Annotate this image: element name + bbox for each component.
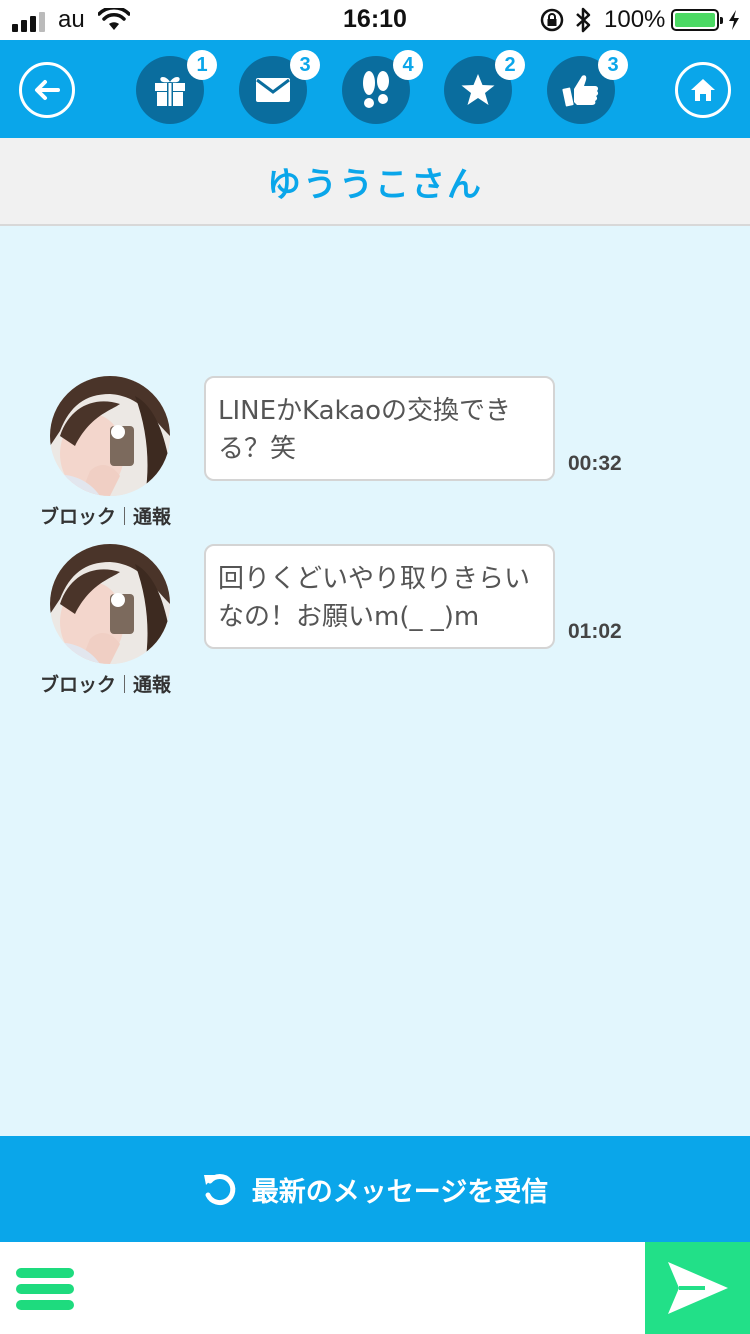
- battery-percent: 100%: [604, 6, 666, 33]
- message-bubble: 回りくどいやり取りきらいなの！お願いm(_ _)m: [204, 544, 555, 649]
- message-item: ブロック 通報 回りくどいやり取りきらいなの！お願いm(_ _)m 01:02: [0, 544, 750, 697]
- partner-name: ゆううこさん: [267, 164, 483, 205]
- battery-icon: [671, 9, 723, 31]
- favorites-button[interactable]: 2: [444, 50, 525, 124]
- message-bubble: LINEかKakaoの交換できる？笑: [204, 376, 555, 481]
- message-time: 01:02: [568, 620, 622, 643]
- favorites-badge: 2: [495, 50, 525, 80]
- home-button[interactable]: [675, 62, 731, 118]
- gift-button[interactable]: 1: [136, 50, 217, 124]
- thumbs-up-icon: [562, 75, 599, 107]
- message-time: 00:32: [568, 452, 622, 475]
- top-nav: 1 3 4 2 3: [0, 40, 750, 138]
- message-actions: ブロック 通報: [40, 670, 171, 697]
- composer-bar: [0, 1242, 750, 1334]
- receive-latest-button[interactable]: 最新のメッセージを受信: [0, 1136, 750, 1242]
- menu-icon: [16, 1268, 74, 1278]
- rotation-lock-icon: [540, 8, 564, 32]
- gift-icon: [155, 77, 185, 106]
- message-actions: ブロック 通報: [40, 502, 171, 529]
- likes-button[interactable]: 3: [547, 50, 628, 124]
- mail-button[interactable]: 3: [239, 50, 320, 124]
- charging-icon: [729, 10, 739, 30]
- divider: [124, 674, 126, 693]
- report-link[interactable]: 通報: [133, 670, 171, 697]
- footprints-badge: 4: [393, 50, 423, 80]
- message-item: ブロック 通報 LINEかKakaoの交換できる？笑 00:32: [0, 376, 750, 529]
- send-button[interactable]: [645, 1242, 750, 1334]
- star-icon: [461, 74, 495, 105]
- back-button[interactable]: [19, 62, 75, 118]
- avatar[interactable]: [50, 376, 170, 496]
- report-link[interactable]: 通報: [133, 502, 171, 529]
- refresh-icon: [203, 1174, 236, 1206]
- likes-badge: 3: [598, 50, 628, 80]
- conversation-header: ゆううこさん: [0, 138, 750, 226]
- footprints-icon: [363, 71, 389, 108]
- arrow-left-icon: [35, 80, 60, 100]
- block-link[interactable]: ブロック: [40, 502, 116, 529]
- home-icon: [691, 79, 715, 101]
- bluetooth-icon: [576, 7, 591, 33]
- menu-button[interactable]: [16, 1268, 74, 1310]
- footprints-button[interactable]: 4: [342, 50, 423, 124]
- mail-badge: 3: [290, 50, 320, 80]
- message-input[interactable]: [100, 1252, 630, 1324]
- receive-latest-label: 最新のメッセージを受信: [251, 1176, 549, 1208]
- send-icon: [667, 1262, 728, 1314]
- mail-icon: [256, 78, 290, 102]
- block-link[interactable]: ブロック: [40, 670, 116, 697]
- avatar[interactable]: [50, 544, 170, 664]
- gift-badge: 1: [187, 50, 217, 80]
- divider: [124, 506, 126, 525]
- status-bar: au 16:10 100%: [0, 0, 750, 40]
